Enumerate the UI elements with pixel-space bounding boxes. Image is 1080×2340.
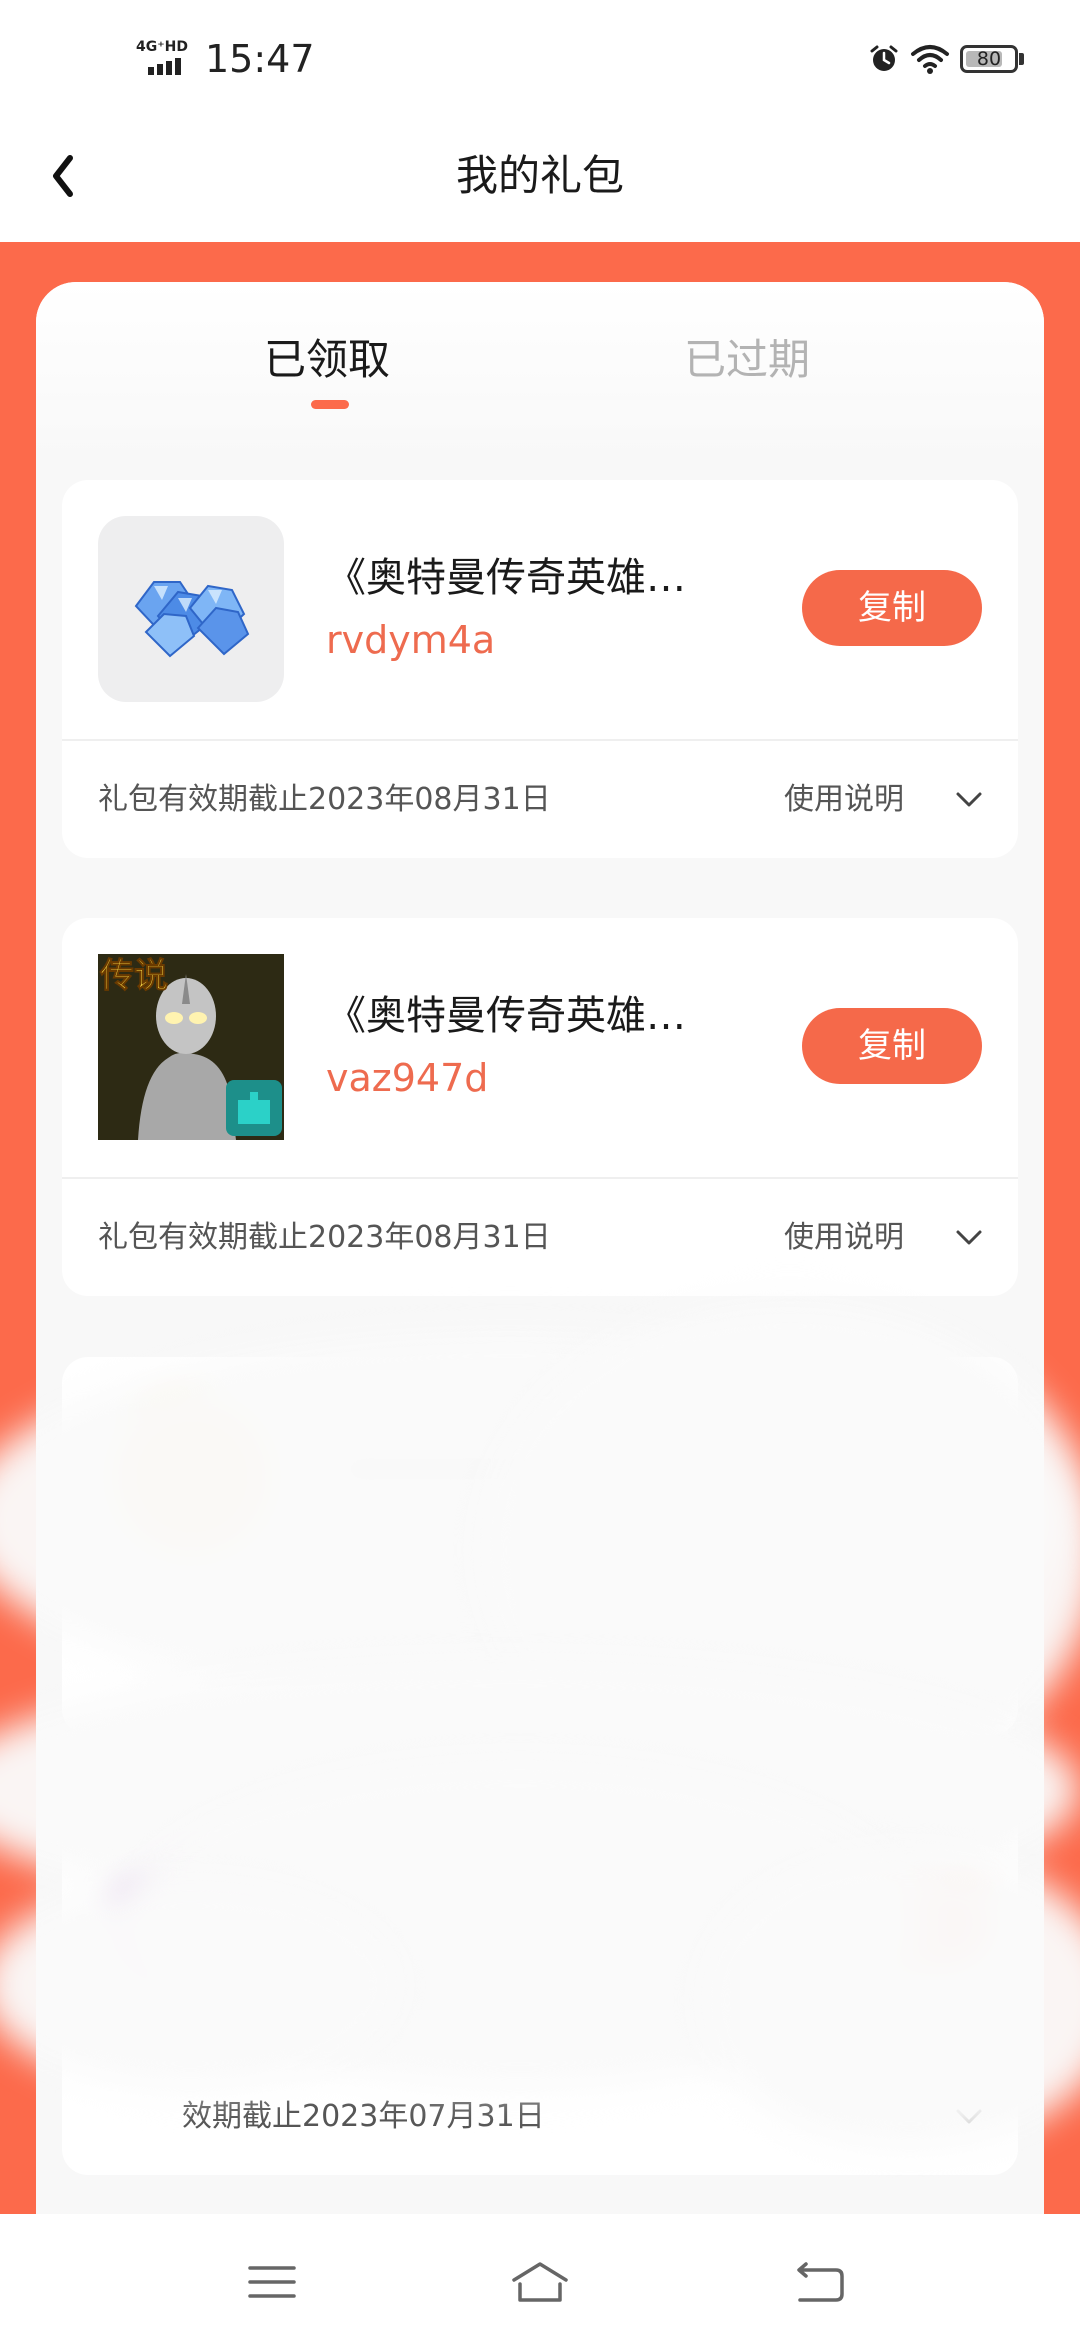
active-tab-indicator [311, 400, 349, 409]
tab-expired[interactable]: 已过期 [684, 332, 810, 388]
usage-instructions-toggle[interactable]: 使用说明 [784, 780, 904, 820]
menu-icon[interactable] [242, 2258, 302, 2306]
gift-title: 《奥特曼传奇英雄… [326, 993, 686, 1039]
cellular-signal-icon: 4G⁺HD [136, 40, 196, 76]
status-bar: 4G⁺HD 15:47 80 [0, 0, 1080, 118]
ultraman-legend-icon: 传说 [98, 954, 284, 1140]
card-divider [62, 1177, 1018, 1179]
battery-icon: 80 [960, 45, 1018, 73]
chevron-down-icon[interactable] [952, 782, 986, 816]
return-icon[interactable] [790, 2258, 850, 2306]
system-nav-bar [0, 2214, 1080, 2340]
battery-level: 80 [976, 48, 1002, 70]
status-time: 15:47 [205, 37, 315, 81]
copy-button[interactable]: 复制 [802, 570, 982, 646]
gift-expiry: 礼包有效期截止2023年08月31日 [98, 1220, 551, 1255]
blue-diamonds-icon [98, 516, 284, 702]
gift-title: 《奥特曼传奇英雄… [326, 555, 686, 601]
gift-expiry: 礼包有效期截止2023年08月31日 [98, 782, 551, 817]
usage-instructions-toggle[interactable]: 使用说明 [784, 1218, 904, 1258]
card-divider [62, 739, 1018, 741]
alarm-icon [870, 45, 898, 71]
app-header: 我的礼包 [0, 118, 1080, 242]
home-icon[interactable] [510, 2258, 570, 2306]
gift-code: vaz947d [326, 1056, 489, 1100]
gift-card: 《奥特曼传奇英雄… rvdym4a 复制 礼包有效期截止2023年08月31日 … [62, 480, 1018, 858]
gift-expiry-partial: 效期截止2023年07月31日 [182, 2099, 545, 2134]
wifi-icon [911, 45, 949, 74]
tab-received[interactable]: 已领取 [264, 332, 390, 388]
panel-header [36, 282, 1044, 462]
legend-badge: 传说 [100, 956, 169, 997]
chevron-down-icon[interactable] [952, 1220, 986, 1254]
copy-button[interactable]: 复制 [802, 1008, 982, 1084]
gift-card: 传说 《奥特曼传奇英雄… vaz947d 复制 礼包有效期截止2023年08月3… [62, 918, 1018, 1296]
battery-cap [1019, 53, 1024, 65]
page-title: 我的礼包 [455, 151, 624, 200]
gift-code: rvdym4a [326, 618, 496, 662]
network-type: 4G⁺HD [136, 39, 188, 55]
